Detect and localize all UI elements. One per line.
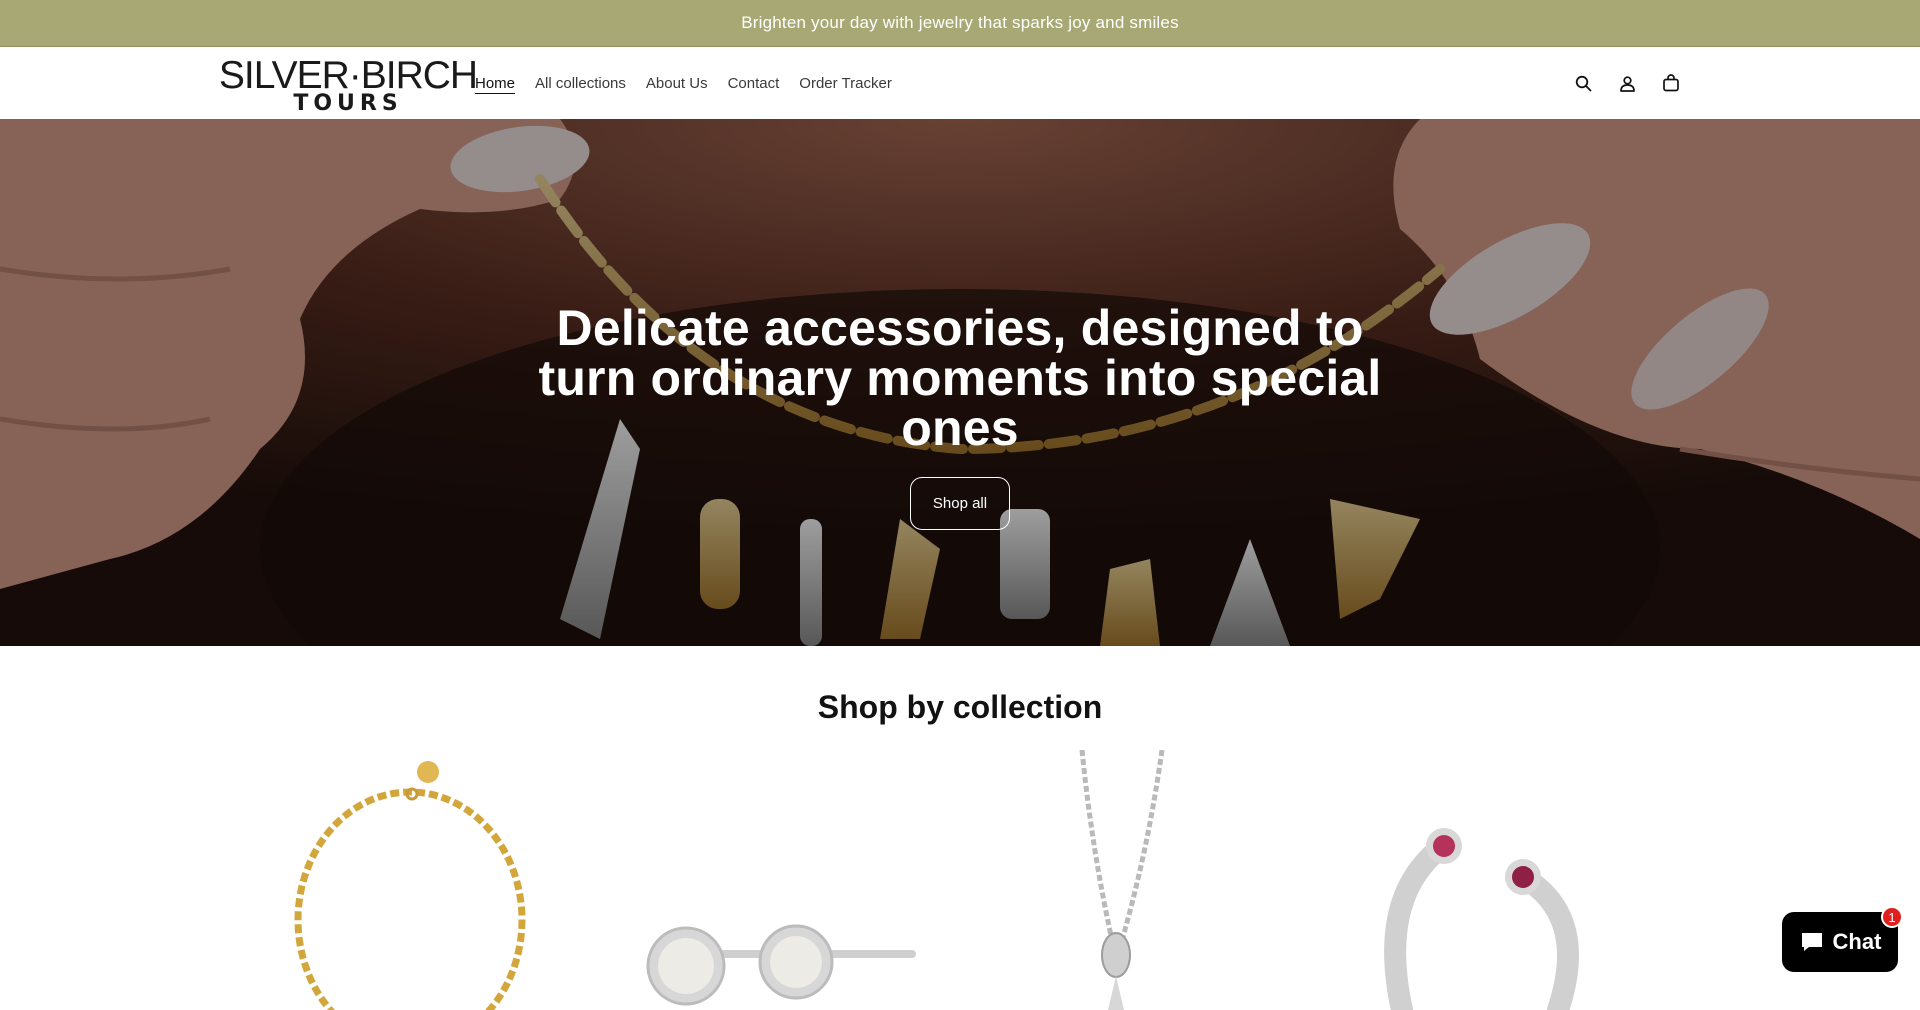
chat-bubble-icon: [1801, 933, 1822, 951]
chat-label: Chat: [1832, 929, 1882, 954]
nav-home[interactable]: Home: [475, 75, 515, 92]
hero-title: Delicate accessories, designed to turn o…: [538, 300, 1382, 456]
store-logo[interactable]: SILVER·BIRCH TOURS: [219, 56, 478, 116]
site-header: SILVER·BIRCH TOURS Home All collections …: [0, 47, 1920, 120]
silver-pendant-necklace-image: [1079, 750, 1165, 1010]
chat-button[interactable]: Chat: [1782, 912, 1898, 972]
main-nav: Home All collections About Us Contact Or…: [475, 47, 912, 119]
nav-about-us[interactable]: About Us: [646, 75, 708, 92]
collections-heading: Shop by collection: [817, 689, 1103, 725]
search-icon[interactable]: [1574, 74, 1592, 92]
collection-card-necklace[interactable]: [972, 750, 1314, 1010]
hero-content: Delicate accessories, designed to turn o…: [0, 303, 1920, 530]
gold-chain-bracelet-image: [294, 761, 526, 1010]
collection-grid: [240, 750, 1680, 1010]
shop-all-button[interactable]: Shop all: [909, 477, 1011, 530]
logo-line2: TOURS: [293, 91, 403, 116]
silver-gem-ring-image: [1384, 828, 1579, 1010]
collection-card-earrings[interactable]: [606, 750, 948, 1010]
nav-all-collections[interactable]: All collections: [535, 75, 626, 92]
nav-order-tracker[interactable]: Order Tracker: [799, 75, 892, 92]
cart-icon[interactable]: [1662, 74, 1680, 92]
nav-contact[interactable]: Contact: [728, 75, 780, 92]
chat-unread-badge: 1: [1881, 906, 1903, 928]
logo-line1: SILVER·BIRCH: [218, 54, 478, 97]
announcement-bar: Brighten your day with jewelry that spar…: [0, 0, 1920, 47]
hero-banner: Delicate accessories, designed to turn o…: [0, 119, 1920, 646]
header-icons: [1574, 47, 1680, 119]
collection-card-bracelet[interactable]: [240, 750, 582, 1010]
announcement-text: Brighten your day with jewelry that spar…: [741, 13, 1179, 32]
collection-card-ring[interactable]: [1338, 750, 1680, 1010]
account-icon[interactable]: [1618, 74, 1636, 92]
silver-stud-earrings-image: [646, 924, 916, 1006]
